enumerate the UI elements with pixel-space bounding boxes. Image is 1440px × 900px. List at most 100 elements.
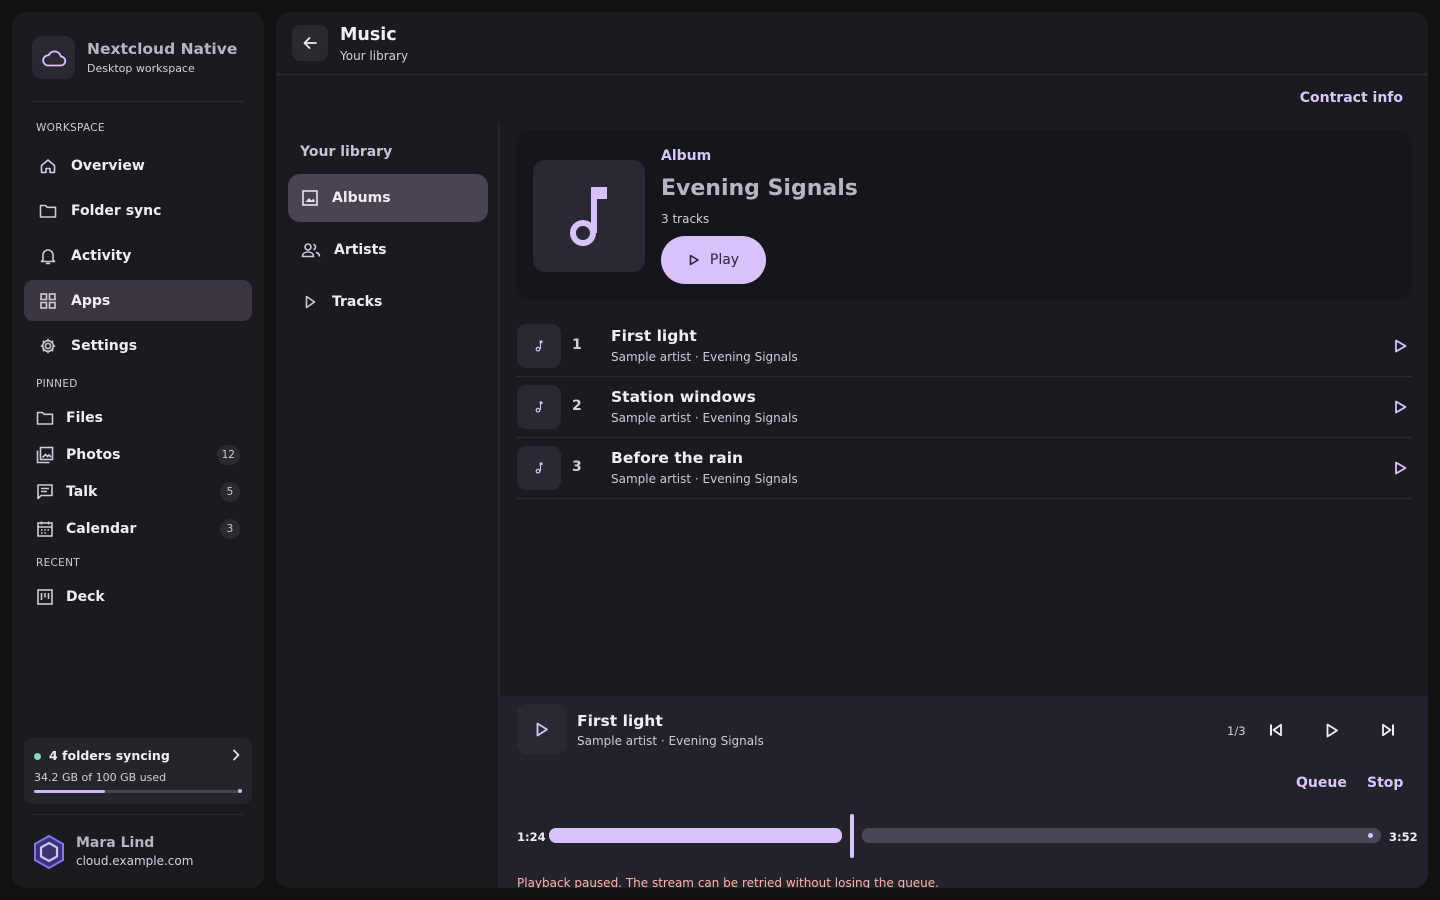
count-badge: 5	[220, 482, 240, 502]
sidebar-item-deck[interactable]: Deck	[24, 581, 252, 613]
sidebar-item-apps[interactable]: Apps	[24, 280, 252, 321]
queue-position: 1/3	[1227, 724, 1246, 738]
play-outline-icon	[301, 293, 319, 311]
skip-next-button[interactable]	[1376, 718, 1400, 742]
sidebar-item-label: Photos	[66, 447, 121, 463]
back-button[interactable]	[292, 25, 328, 61]
track-number: 1	[572, 337, 582, 353]
divider	[32, 814, 244, 815]
sidebar-item-settings[interactable]: Settings	[24, 325, 252, 366]
divider	[32, 101, 244, 102]
user-name: Mara Lind	[76, 835, 155, 851]
stop-button[interactable]: Stop	[1367, 775, 1403, 791]
track-row[interactable]: 1 First light Sample artist · Evening Si…	[516, 316, 1412, 377]
sidebar-item-photos[interactable]: Photos 12	[24, 439, 252, 471]
sidebar-item-label: Files	[66, 410, 103, 426]
seek-handle[interactable]	[850, 814, 854, 858]
skip-previous-button[interactable]	[1264, 718, 1288, 742]
sidebar-item-folder-sync[interactable]: Folder sync	[24, 190, 252, 231]
image-icon	[301, 189, 319, 207]
brand[interactable]: Nextcloud Native Desktop workspace	[32, 36, 237, 79]
track-thumb	[517, 446, 561, 490]
track-row[interactable]: 2 Station windows Sample artist · Evenin…	[516, 377, 1412, 438]
now-playing-bar: First light Sample artist · Evening Sign…	[500, 696, 1428, 888]
music-note-icon	[535, 462, 543, 474]
sidebar-item-calendar[interactable]: Calendar 3	[24, 513, 252, 545]
track-title: Station windows	[611, 388, 756, 406]
main-panel: Music Your library Contract info Your li…	[276, 12, 1428, 888]
seek-slider[interactable]	[549, 814, 1381, 858]
now-playing-play-button[interactable]	[517, 704, 567, 754]
header-divider	[276, 74, 1428, 75]
contract-info-link[interactable]: Contract info	[1300, 90, 1403, 106]
track-number: 3	[572, 459, 582, 475]
sidebar-item-label: Deck	[66, 589, 105, 605]
play-track-icon[interactable]	[1390, 458, 1410, 478]
track-title: First light	[611, 327, 697, 345]
album-card: Album Evening Signals 3 tracks Play	[516, 130, 1412, 300]
track-thumb	[517, 385, 561, 429]
apps-grid-icon	[38, 291, 58, 311]
storage-progress-bar	[34, 789, 242, 793]
total-duration: 3:52	[1389, 830, 1418, 844]
sidebar-item-talk[interactable]: Talk 5	[24, 476, 252, 508]
track-meta: Sample artist · Evening Signals	[611, 411, 798, 425]
sidebar-item-overview[interactable]: Overview	[24, 145, 252, 186]
page-title: Music	[340, 25, 397, 45]
play-pause-button[interactable]	[1320, 718, 1344, 742]
seek-progress-fill	[549, 828, 842, 843]
album-track-count: 3 tracks	[661, 212, 710, 226]
brand-subtitle: Desktop workspace	[87, 61, 195, 75]
user-host: cloud.example.com	[76, 854, 194, 868]
elapsed-time: 1:24	[517, 830, 546, 844]
library-nav: Your library Albums Artists Tracks	[276, 122, 500, 888]
library-item-tracks[interactable]: Tracks	[288, 278, 488, 326]
play-track-icon[interactable]	[1390, 336, 1410, 356]
queue-button[interactable]: Queue	[1296, 775, 1347, 791]
seek-end-marker	[1368, 833, 1373, 838]
chat-icon	[36, 483, 54, 501]
gear-icon	[38, 336, 58, 356]
track-row[interactable]: 3 Before the rain Sample artist · Evenin…	[516, 438, 1412, 499]
album-kind-label: Album	[661, 148, 712, 164]
play-icon	[535, 722, 549, 737]
sidebar-item-files[interactable]: Files	[24, 402, 252, 434]
library-item-albums[interactable]: Albums	[288, 174, 488, 222]
library-item-artists[interactable]: Artists	[288, 226, 488, 274]
track-title: Before the rain	[611, 449, 744, 467]
sidebar-item-label: Calendar	[66, 521, 137, 537]
playback-status-message: Playback paused. The stream can be retri…	[517, 876, 939, 888]
play-track-icon[interactable]	[1390, 397, 1410, 417]
pinned-section-label: PINNED	[36, 378, 78, 390]
deck-icon	[36, 588, 54, 606]
music-note-icon	[567, 185, 611, 247]
sidebar-item-activity[interactable]: Activity	[24, 235, 252, 276]
album-title: Evening Signals	[661, 176, 858, 201]
play-icon	[688, 254, 700, 266]
storage-progress-end	[238, 789, 242, 793]
library-item-label: Albums	[332, 190, 391, 206]
sidebar: Nextcloud Native Desktop workspace WORKS…	[12, 12, 264, 888]
user-account[interactable]: Mara Lind cloud.example.com	[32, 834, 193, 870]
sidebar-item-label: Apps	[71, 292, 111, 309]
people-icon	[301, 242, 321, 258]
bell-icon	[38, 246, 58, 266]
arrow-left-icon	[302, 36, 318, 50]
recent-section-label: RECENT	[36, 557, 80, 569]
now-playing-meta: Sample artist · Evening Signals	[577, 734, 764, 748]
play-album-button[interactable]: Play	[661, 236, 766, 284]
track-number: 2	[572, 398, 582, 414]
now-playing-title: First light	[577, 712, 663, 730]
album-art	[533, 160, 645, 272]
track-thumb	[517, 324, 561, 368]
sync-status-card[interactable]: 4 folders syncing 34.2 GB of 100 GB used	[24, 738, 252, 804]
music-note-icon	[535, 340, 543, 352]
folder-icon	[36, 410, 54, 426]
storage-progress-fill	[34, 790, 105, 793]
count-badge: 12	[216, 445, 240, 465]
count-badge: 3	[220, 519, 240, 539]
sync-title: 4 folders syncing	[49, 748, 170, 763]
home-icon	[38, 156, 58, 176]
workspace-section-label: WORKSPACE	[36, 122, 105, 134]
brand-title: Nextcloud Native	[87, 39, 238, 58]
